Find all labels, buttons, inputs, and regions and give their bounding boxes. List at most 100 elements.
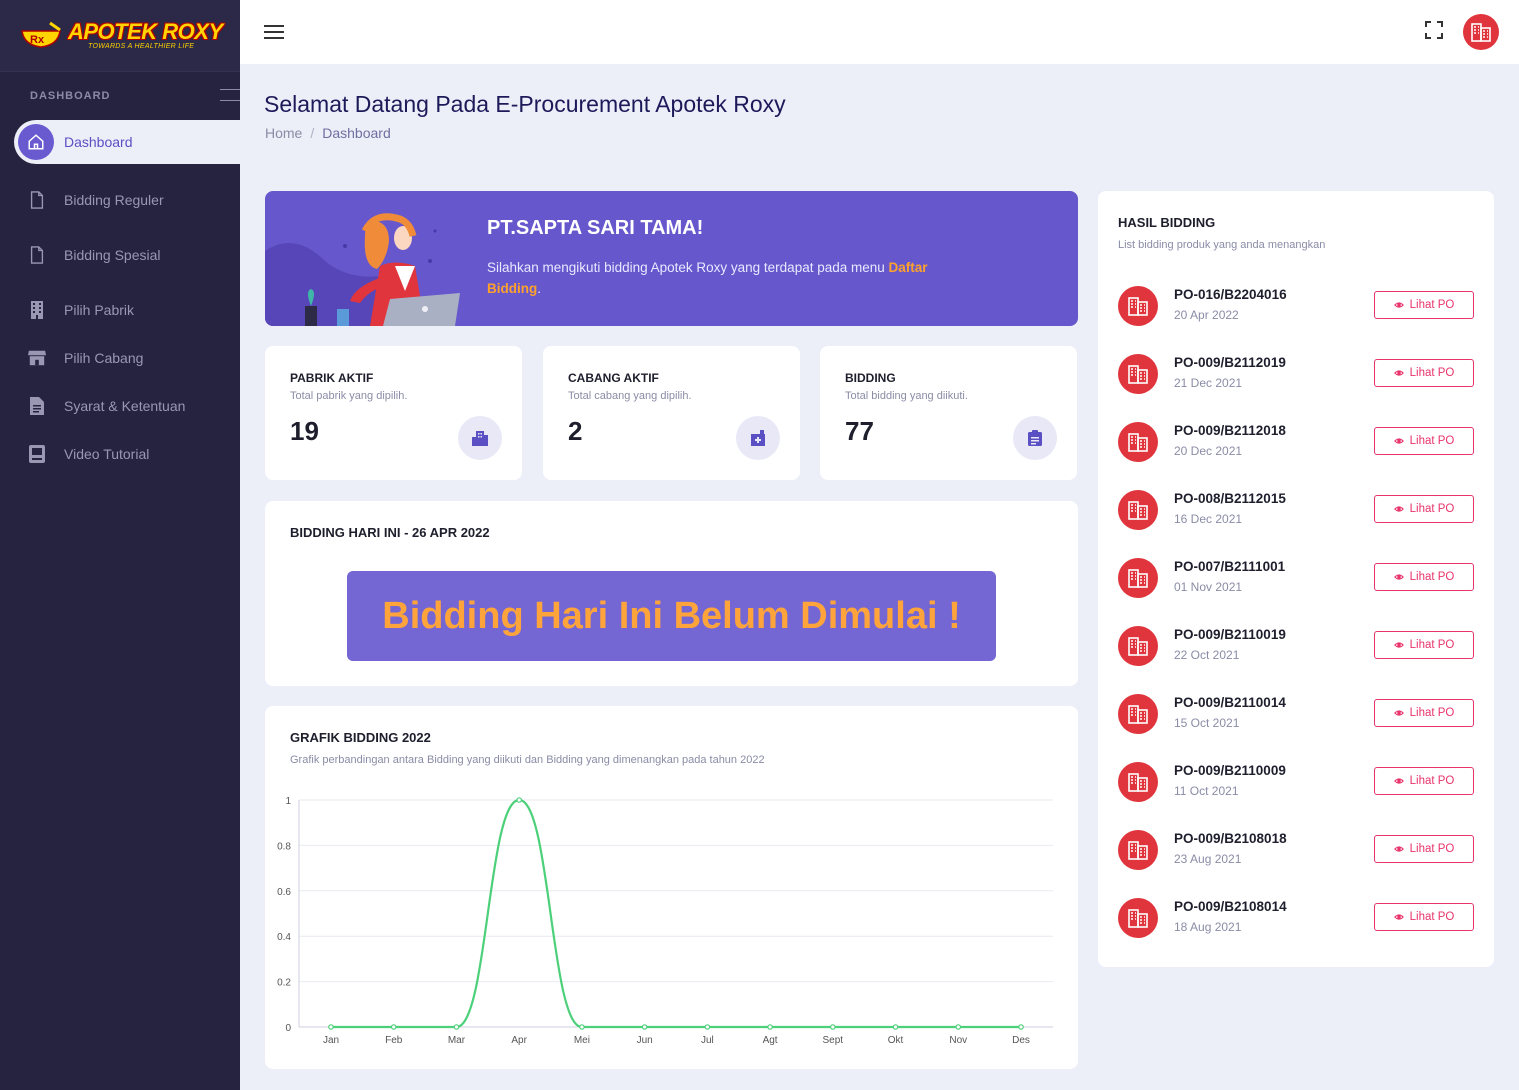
lihat-po-label: Lihat PO (1409, 639, 1455, 651)
data-point (955, 1024, 962, 1030)
po-date: 20 Dec 2021 (1174, 444, 1243, 458)
po-date: 11 Oct 2021 (1174, 784, 1239, 798)
stat-title: PABRIK AKTIF (290, 371, 374, 385)
lihat-po-label: Lihat PO (1409, 775, 1455, 787)
po-code: PO-009/B2108014 (1174, 899, 1287, 914)
y-tick-label: 1 (285, 796, 291, 807)
building-icon (1118, 490, 1158, 530)
brand-name: APOTEK ROXY (68, 19, 223, 44)
lihat-po-button[interactable]: Lihat PO (1374, 835, 1474, 863)
file-icon (28, 191, 46, 209)
po-code: PO-009/B2108018 (1174, 831, 1287, 846)
x-tick-label: Jul (701, 1035, 714, 1046)
sidebar-item-pilih-cabang[interactable]: Pilih Cabang (0, 334, 240, 382)
logo-mark: Rx APOTEK ROXY TOWARDS A HEALTHIER LIFE (20, 21, 223, 51)
lihat-po-button[interactable]: Lihat PO (1374, 359, 1474, 387)
breadcrumb-separator: / (310, 125, 315, 141)
stat-title: BIDDING (845, 371, 896, 385)
po-list-item: PO-009/B2112018 20 Dec 2021 Lihat PO (1118, 420, 1474, 488)
menu-section-title: DASHBOARD (0, 72, 240, 120)
po-code: PO-009/B2110019 (1174, 627, 1286, 642)
building-icon (458, 416, 502, 460)
breadcrumb: Home / Dashboard (265, 125, 391, 141)
hasil-subtitle: List bidding produk yang anda menangkan (1118, 239, 1326, 251)
store-icon (28, 349, 46, 367)
po-list-item: PO-009/B2108014 18 Aug 2021 Lihat PO (1118, 896, 1474, 964)
data-point (579, 1024, 585, 1030)
po-date: 21 Dec 2021 (1174, 376, 1243, 390)
welcome-banner: PT.SAPTA SARI TAMA! Silahkan mengikuti b… (265, 191, 1078, 326)
data-point (830, 1024, 836, 1030)
avatar[interactable] (1463, 14, 1499, 50)
graph-card: GRAFIK BIDDING 2022 Grafik perbandingan … (265, 706, 1078, 1069)
building-icon (1118, 558, 1158, 598)
data-point (328, 1024, 334, 1030)
logo[interactable]: Rx APOTEK ROXY TOWARDS A HEALTHIER LIFE (0, 0, 240, 72)
sidebar-item-bidding-reguler[interactable]: Bidding Reguler (0, 176, 240, 224)
x-tick-label: Mei (574, 1035, 590, 1046)
stat-card-cabang: CABANG AKTIF Total cabang yang dipilih. … (543, 346, 800, 480)
x-tick-label: Sept (823, 1035, 844, 1046)
book-icon (28, 445, 46, 463)
x-tick-label: Jan (323, 1035, 339, 1046)
sidebar-item-syarat-ketentuan[interactable]: Syarat & Ketentuan (0, 382, 240, 430)
fullscreen-icon[interactable] (1425, 20, 1443, 44)
lihat-po-label: Lihat PO (1409, 299, 1455, 311)
lihat-po-button[interactable]: Lihat PO (1374, 495, 1474, 523)
lihat-po-label: Lihat PO (1409, 503, 1455, 515)
sidebar-item-dashboard[interactable]: Dashboard (14, 120, 240, 164)
po-code: PO-009/B2110009 (1174, 763, 1286, 778)
stat-card-pabrik: PABRIK AKTIF Total pabrik yang dipilih. … (265, 346, 522, 480)
lihat-po-button[interactable]: Lihat PO (1374, 699, 1474, 727)
banner-text: Silahkan mengikuti bidding Apotek Roxy y… (487, 257, 967, 299)
sidebar-item-video-tutorial[interactable]: Video Tutorial (0, 430, 240, 478)
eye-icon (1393, 709, 1407, 717)
menu-toggle-icon[interactable] (264, 21, 284, 43)
lihat-po-label: Lihat PO (1409, 843, 1455, 855)
sidebar-item-pilih-pabrik[interactable]: Pilih Pabrik (0, 286, 240, 334)
eye-icon (1393, 301, 1407, 309)
po-code: PO-016/B2204016 (1174, 287, 1287, 302)
lihat-po-label: Lihat PO (1409, 435, 1455, 447)
lihat-po-button[interactable]: Lihat PO (1374, 631, 1474, 659)
sidebar-item-label: Syarat & Ketentuan (64, 398, 186, 414)
home-icon (18, 124, 54, 160)
x-tick-label: Agt (763, 1035, 778, 1046)
lihat-po-button[interactable]: Lihat PO (1374, 291, 1474, 319)
po-list-item: PO-009/B2110019 22 Oct 2021 Lihat PO (1118, 624, 1474, 692)
x-tick-label: Feb (385, 1035, 403, 1046)
stat-card-bidding: BIDDING Total bidding yang diikuti. 77 (820, 346, 1077, 480)
po-code: PO-009/B2110014 (1174, 695, 1286, 710)
po-code: PO-007/B2111001 (1174, 559, 1286, 574)
building-icon (1118, 626, 1158, 666)
stat-value: 2 (568, 416, 583, 446)
lihat-po-button[interactable]: Lihat PO (1374, 563, 1474, 591)
sidebar-item-label: Bidding Spesial (64, 247, 161, 263)
po-date: 20 Apr 2022 (1174, 308, 1239, 322)
lihat-po-button[interactable]: Lihat PO (1374, 427, 1474, 455)
stat-subtitle: Total bidding yang diikuti. (845, 390, 968, 402)
eye-icon (1393, 369, 1407, 377)
lihat-po-label: Lihat PO (1409, 367, 1455, 379)
menu-section-label: DASHBOARD (30, 90, 111, 102)
lihat-po-button[interactable]: Lihat PO (1374, 767, 1474, 795)
bidding-today-title: BIDDING HARI INI - 26 APR 2022 (290, 525, 490, 540)
stat-value: 77 (845, 416, 874, 446)
po-date: 15 Oct 2021 (1174, 716, 1240, 730)
lihat-po-button[interactable]: Lihat PO (1374, 903, 1474, 931)
sidebar-item-bidding-spesial[interactable]: Bidding Spesial (0, 231, 240, 279)
data-point (516, 797, 522, 803)
po-date: 22 Oct 2021 (1174, 648, 1240, 662)
hasil-title: HASIL BIDDING (1118, 215, 1216, 230)
eye-icon (1393, 573, 1407, 581)
sidebar-item-label: Video Tutorial (64, 446, 150, 462)
breadcrumb-home[interactable]: Home (265, 125, 302, 141)
sidebar: Rx APOTEK ROXY TOWARDS A HEALTHIER LIFE … (0, 0, 240, 1090)
po-code: PO-009/B2112018 (1174, 423, 1286, 438)
breadcrumb-current: Dashboard (322, 125, 391, 141)
document-icon (28, 397, 46, 415)
data-point (767, 1024, 773, 1030)
po-list-item: PO-008/B2112015 16 Dec 2021 Lihat PO (1118, 488, 1474, 556)
po-date: 18 Aug 2021 (1174, 920, 1242, 934)
banner-title: PT.SAPTA SARI TAMA! (487, 217, 704, 239)
